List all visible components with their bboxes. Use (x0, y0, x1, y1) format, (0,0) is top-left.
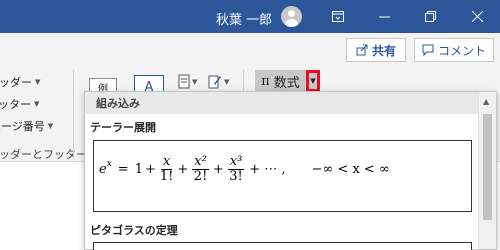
chevron-down-icon: ▼ (34, 100, 40, 108)
chevron-down-icon: ▼ (192, 77, 198, 86)
formula-tail: + ⋯ , (249, 162, 286, 177)
section-title: ピタゴラスの定理 (90, 224, 178, 237)
signature-line-button[interactable]: ▼ (208, 74, 229, 89)
pi-icon: π (261, 73, 270, 89)
comment-label: コメント (437, 43, 486, 58)
equation-item-pythagorean[interactable] (93, 242, 472, 250)
share-label: 共有 (371, 43, 396, 58)
gallery-scrollbar[interactable]: ▲ (478, 92, 496, 249)
gallery-header: 組み込み (85, 92, 478, 114)
formula-lhs-exp: x (106, 158, 112, 169)
user-avatar-icon[interactable] (281, 6, 302, 27)
comment-button[interactable]: コメント (414, 38, 494, 62)
equation-label: 数式 (273, 75, 300, 91)
title-bar: 秋葉 一郎 (0, 0, 500, 33)
page-number-label: ページ番号 (0, 120, 45, 133)
formula-equals: = (117, 162, 129, 177)
signature-icon (208, 75, 221, 89)
footer-label: フッター (0, 98, 31, 111)
share-icon (356, 44, 368, 56)
close-icon[interactable] (454, 0, 500, 33)
ribbon-separator (73, 70, 74, 156)
chevron-down-icon: ▼ (224, 77, 230, 86)
equation-item-taylor[interactable]: ex = 1 + x 1! + x² 2! + x³ 3! + ⋯ , −∞ <… (93, 140, 472, 212)
equation-gallery: 組み込み テーラー展開 ex = 1 + x 1! + x² 2! + x³ 3… (84, 91, 497, 250)
share-button[interactable]: 共有 (346, 38, 406, 62)
formula-one: 1 (134, 162, 143, 177)
formula-plus: + (177, 162, 189, 177)
scroll-thumb[interactable] (483, 114, 492, 220)
chevron-down-icon: ▼ (310, 77, 316, 85)
taylor-formula: ex = 1 + x 1! + x² 2! + x³ 3! + ⋯ , −∞ <… (99, 155, 390, 184)
page-number-button[interactable]: ページ番号 ▼ (0, 118, 53, 134)
formula-plus: + (144, 162, 156, 177)
formula-lhs-base: e (99, 162, 107, 177)
comment-icon (422, 44, 434, 56)
chevron-down-icon: ▼ (47, 122, 54, 130)
minimize-icon[interactable] (361, 0, 407, 33)
scroll-up-icon[interactable]: ▲ (483, 97, 489, 106)
chevron-down-icon: ▼ (35, 78, 41, 86)
formula-range: −∞ < x < ∞ (311, 162, 390, 177)
user-name[interactable]: 秋葉 一郎 (216, 9, 272, 28)
equation-button[interactable]: π 数式 (255, 70, 306, 92)
formula-term: x² 2! (192, 154, 209, 184)
footer-button[interactable]: フッター ▼ (0, 96, 39, 112)
share-row: 共有 コメント (0, 33, 500, 66)
restore-icon[interactable] (407, 0, 453, 33)
formula-term: x³ 3! (227, 154, 245, 184)
header-button[interactable]: ヘッダー ▼ (0, 74, 40, 90)
document-parts-button[interactable]: ▼ (178, 74, 197, 89)
ribbon-display-options-icon[interactable] (315, 0, 361, 33)
formula-plus: + (212, 162, 224, 177)
header-label: ヘッダー (0, 76, 32, 89)
document-icon (178, 74, 190, 89)
section-title: テーラー展開 (90, 121, 156, 134)
formula-term: x 1! (159, 154, 174, 184)
equation-dropdown-button[interactable]: ▼ (306, 70, 320, 92)
